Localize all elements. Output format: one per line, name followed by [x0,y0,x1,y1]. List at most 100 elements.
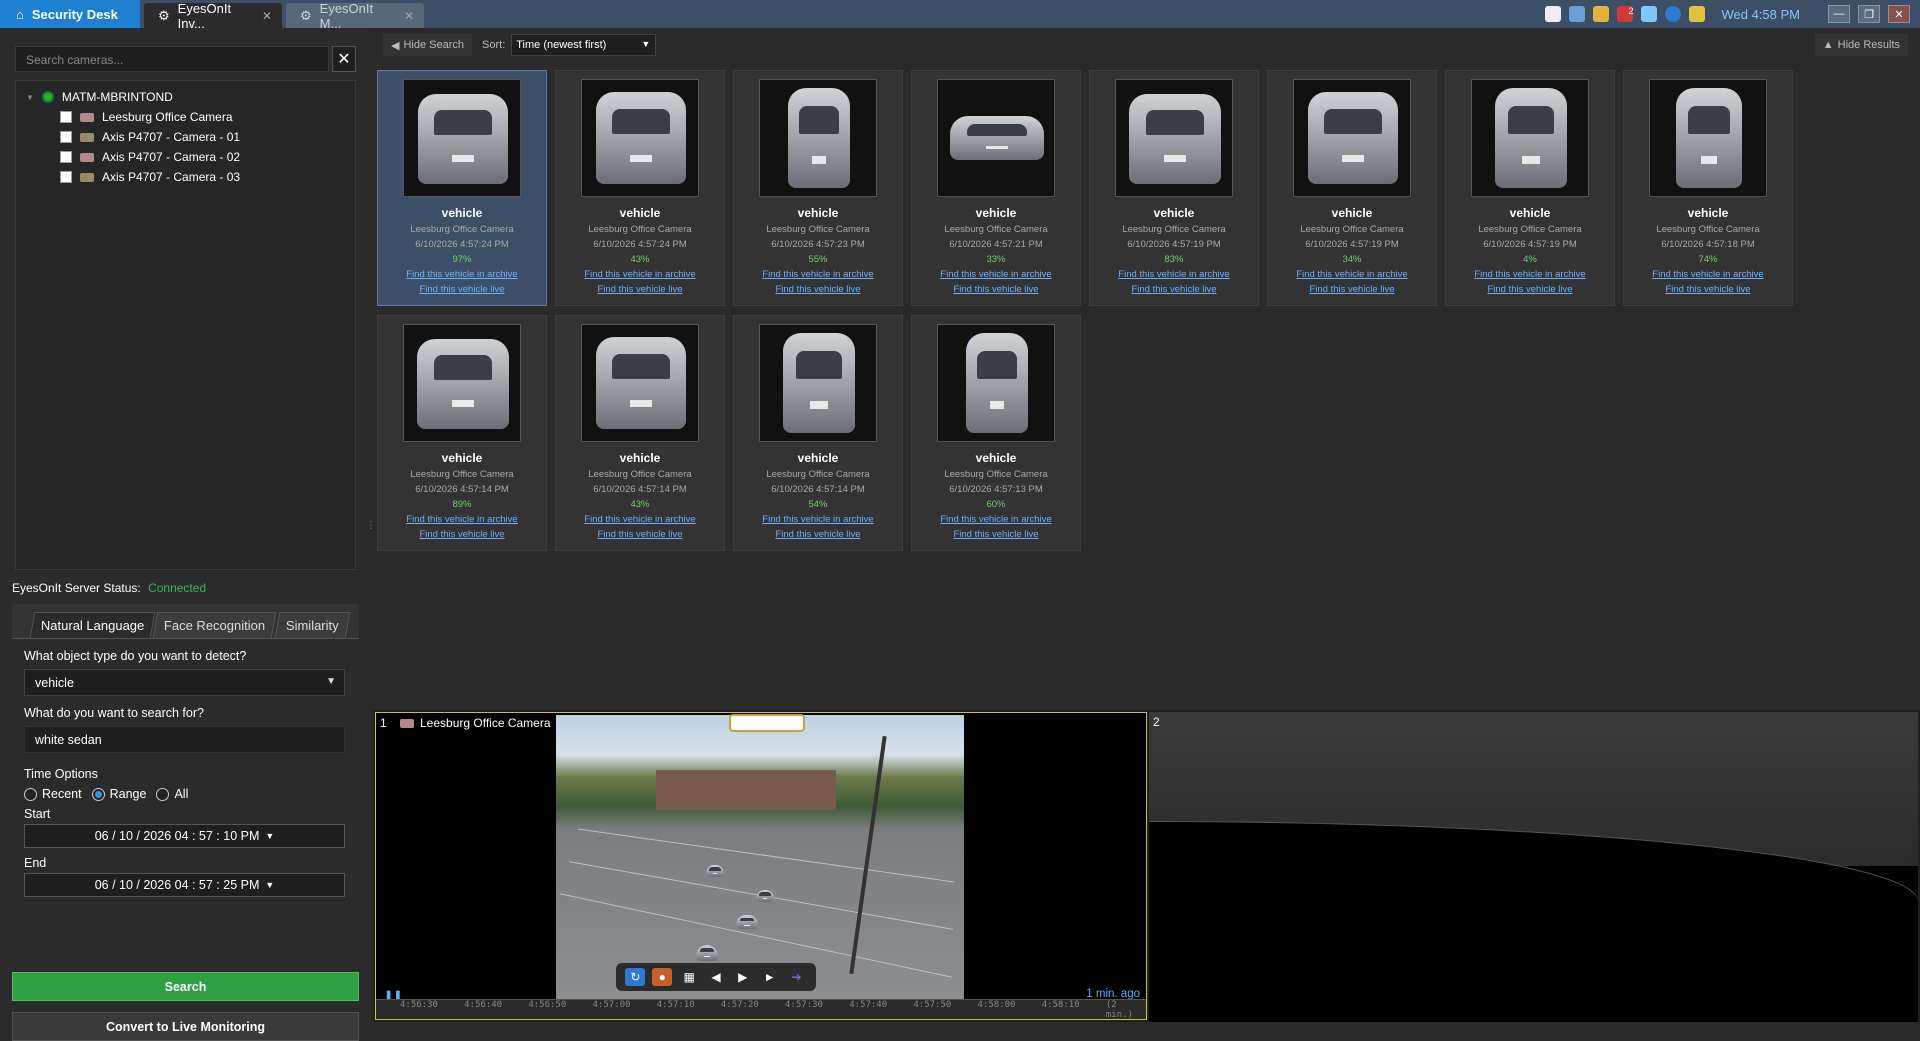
chevron-down-icon[interactable]: ▼ [265,880,274,890]
result-card[interactable]: vehicle Leesburg Office Camera 6/10/2026 4… [733,315,903,551]
monitor-icon[interactable] [1569,6,1586,22]
camera-checkbox[interactable] [60,171,72,183]
find-live-link[interactable]: Find this vehicle live [912,284,1080,295]
result-thumbnail[interactable] [1649,79,1767,197]
result-thumbnail[interactable] [937,324,1055,442]
tree-item-camera[interactable]: Axis P4707 - Camera - 01 [16,127,355,147]
radio-all[interactable]: All [156,787,188,801]
timeline-cursor[interactable] [729,714,805,732]
timeline[interactable]: 4:56:30 4:56:40 4:56:50 4:57:00 4:57:10 4:57:… [376,999,1146,1020]
object-type-select[interactable]: vehicle ▼ [24,669,345,696]
camera-search-input[interactable]: Search cameras... [15,46,329,72]
close-icon[interactable]: ✕ [262,9,272,23]
result-card[interactable]: vehicle Leesburg Office Camera 6/10/2026 4… [555,70,725,306]
close-icon[interactable]: ✕ [1888,5,1910,23]
find-in-archive-link[interactable]: Find this vehicle in archive [1624,269,1792,280]
video-tile-2[interactable]: 2 [1149,712,1918,1022]
tab-eyesonit-investigation[interactable]: ⚙ EyesOnIt Inv... ✕ [144,1,282,31]
result-thumbnail[interactable] [937,79,1055,197]
loop-icon[interactable]: ↻ [625,968,646,986]
chevron-down-icon[interactable]: ▼ [265,831,274,841]
minimize-icon[interactable]: — [1828,5,1850,23]
find-live-link[interactable]: Find this vehicle live [1268,284,1436,295]
live-icon[interactable]: ➔ [786,968,806,986]
find-in-archive-link[interactable]: Find this vehicle in archive [378,269,546,280]
result-card[interactable]: vehicle Leesburg Office Camera 6/10/2026 4… [1089,70,1259,306]
result-card[interactable]: vehicle Leesburg Office Camera 6/10/2026 4… [377,70,547,306]
play-icon[interactable]: ▶ [733,968,753,986]
result-card[interactable]: vehicle Leesburg Office Camera 6/10/2026 4… [555,315,725,551]
result-thumbnail[interactable] [759,79,877,197]
find-live-link[interactable]: Find this vehicle live [1090,284,1258,295]
convert-live-button[interactable]: Convert to Live Monitoring [12,1012,359,1041]
hide-results-button[interactable]: ▲ Hide Results [1814,34,1908,56]
find-in-archive-link[interactable]: Find this vehicle in archive [1090,269,1258,280]
camera-checkbox[interactable] [60,131,72,143]
find-in-archive-link[interactable]: Find this vehicle in archive [1268,269,1436,280]
find-in-archive-link[interactable]: Find this vehicle in archive [734,269,902,280]
video-tile-1[interactable]: 1 Leesburg Office Camera ↻ ● ▦ ◀ ▶ ► ➔ ❚… [375,712,1147,1020]
search-button[interactable]: Search [12,972,359,1001]
find-in-archive-link[interactable]: Find this vehicle in archive [912,269,1080,280]
find-live-link[interactable]: Find this vehicle live [378,529,546,540]
volume-icon[interactable] [1641,6,1658,22]
find-live-link[interactable]: Find this vehicle live [912,529,1080,540]
close-icon[interactable]: ✕ [404,9,414,23]
restore-icon[interactable]: ❐ [1858,5,1880,23]
find-live-link[interactable]: Find this vehicle live [378,284,546,295]
tab-face-recognition[interactable]: Face Recognition [153,612,277,638]
find-in-archive-link[interactable]: Find this vehicle in archive [556,514,724,525]
radio-range[interactable]: Range [91,787,146,801]
result-thumbnail[interactable] [1293,79,1411,197]
start-datetime-picker[interactable]: 06 / 10 / 2026 04 : 57 : 10 PM ▼ [24,824,345,848]
result-card[interactable]: vehicle Leesburg Office Camera 6/10/2026 4… [911,315,1081,551]
tree-item-camera[interactable]: Axis P4707 - Camera - 02 [16,147,355,167]
tab-eyesonit-monitoring[interactable]: ⚙ EyesOnIt M... ✕ [286,1,424,31]
result-card[interactable]: vehicle Leesburg Office Camera 6/10/2026 4… [1445,70,1615,306]
result-thumbnail[interactable] [1471,79,1589,197]
find-live-link[interactable]: Find this vehicle live [556,284,724,295]
tree-root[interactable]: ▼ MATM-MBRINTOND [16,87,355,107]
sort-select[interactable]: Time (newest first) ▼ [511,34,657,56]
find-live-link[interactable]: Find this vehicle live [556,529,724,540]
find-live-link[interactable]: Find this vehicle live [734,284,902,295]
result-card[interactable]: vehicle Leesburg Office Camera 6/10/2026 4… [1267,70,1437,306]
result-card[interactable]: vehicle Leesburg Office Camera 6/10/2026 4… [377,315,547,551]
filmstrip-icon[interactable]: ▦ [679,968,699,986]
result-thumbnail[interactable] [581,324,699,442]
result-thumbnail[interactable] [403,79,521,197]
hide-search-button[interactable]: ◀ Hide Search [383,34,473,56]
alert-icon[interactable] [1593,6,1610,22]
search-query-input[interactable]: white sedan [24,726,345,753]
find-in-archive-link[interactable]: Find this vehicle in archive [912,514,1080,525]
app-icon[interactable] [1545,6,1562,22]
rewind-icon[interactable]: ◀ [706,968,726,986]
result-thumbnail[interactable] [759,324,877,442]
notification-icon[interactable]: 2 [1617,6,1634,22]
find-in-archive-link[interactable]: Find this vehicle in archive [734,514,902,525]
camera-checkbox[interactable] [60,111,72,123]
tree-item-camera[interactable]: Axis P4707 - Camera - 03 [16,167,355,187]
result-card[interactable]: vehicle Leesburg Office Camera 6/10/2026 4… [1623,70,1793,306]
radio-recent[interactable]: Recent [24,787,82,801]
tab-similarity[interactable]: Similarity [274,612,350,638]
collapse-icon[interactable]: ▼ [26,93,34,102]
result-card[interactable]: vehicle Leesburg Office Camera 6/10/2026 4… [911,70,1081,306]
result-thumbnail[interactable] [581,79,699,197]
end-datetime-picker[interactable]: 06 / 10 / 2026 04 : 57 : 25 PM ▼ [24,873,345,897]
find-in-archive-link[interactable]: Find this vehicle in archive [1446,269,1614,280]
find-live-link[interactable]: Find this vehicle live [1446,284,1614,295]
find-live-link[interactable]: Find this vehicle live [734,529,902,540]
network-icon[interactable] [1665,6,1682,22]
find-live-link[interactable]: Find this vehicle live [1624,284,1792,295]
result-thumbnail[interactable] [403,324,521,442]
tab-natural-language[interactable]: Natural Language [29,612,156,638]
snapshot-icon[interactable]: ● [652,968,673,986]
find-in-archive-link[interactable]: Find this vehicle in archive [556,269,724,280]
chart-icon[interactable] [1689,6,1706,22]
clear-search-button[interactable]: ✕ [332,46,356,72]
tree-item-camera[interactable]: Leesburg Office Camera [16,107,355,127]
camera-checkbox[interactable] [60,151,72,163]
step-forward-icon[interactable]: ► [760,968,780,986]
find-in-archive-link[interactable]: Find this vehicle in archive [378,514,546,525]
